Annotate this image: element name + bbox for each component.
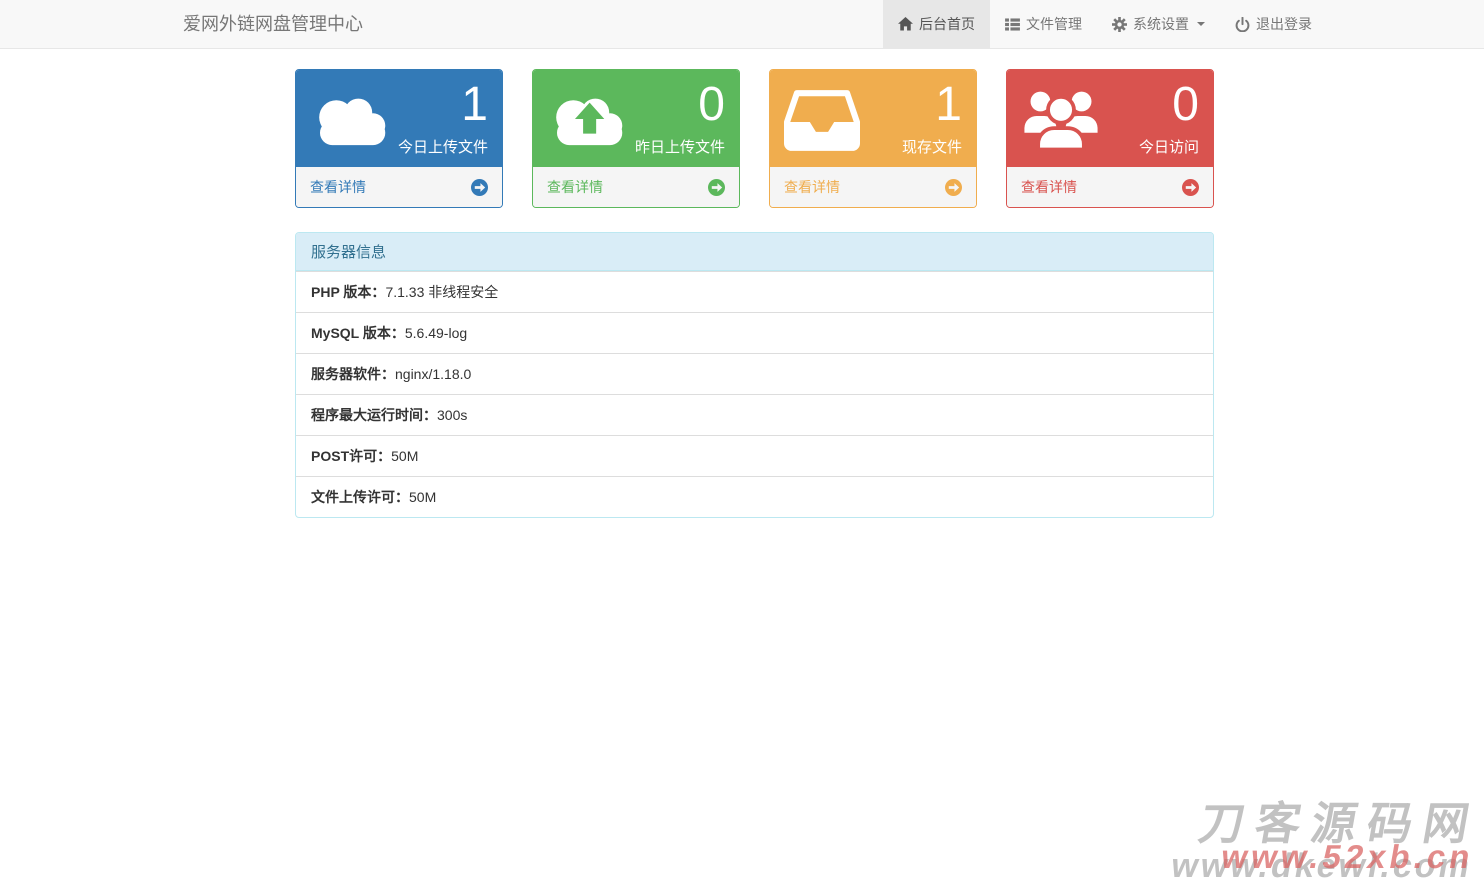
users-icon [1021, 87, 1101, 151]
stat-label: 现存文件 [902, 136, 962, 157]
stat-card-head: 0 昨日上传文件 [533, 70, 739, 167]
view-details-link[interactable]: 查看详情 [296, 167, 502, 207]
view-details-link[interactable]: 查看详情 [533, 167, 739, 207]
nav-item-dashboard[interactable]: 后台首页 [883, 0, 990, 48]
server-info-row-server-software: 服务器软件：nginx/1.18.0 [296, 353, 1213, 394]
row-value: 300s [437, 407, 467, 423]
view-details-link[interactable]: 查看详情 [770, 167, 976, 207]
view-details-label: 查看详情 [1021, 177, 1077, 197]
server-info-row-upload-limit: 文件上传许可：50M [296, 476, 1213, 517]
row-label: POST许可： [311, 448, 391, 464]
list-icon [1005, 18, 1020, 31]
power-icon [1235, 17, 1250, 32]
view-details-label: 查看详情 [547, 177, 603, 197]
stat-card-existing-files: 1 现存文件 查看详情 [769, 69, 977, 208]
stat-card-today-uploads: 1 今日上传文件 查看详情 [295, 69, 503, 208]
nav-item-label: 系统设置 [1133, 14, 1189, 34]
cloud-upload-icon [547, 88, 629, 150]
arrow-circle-right-icon [945, 179, 962, 196]
stat-label: 今日访问 [1139, 136, 1199, 157]
stat-label: 今日上传文件 [398, 136, 488, 157]
cloud-icon [310, 88, 392, 150]
stat-label: 昨日上传文件 [635, 136, 725, 157]
arrow-circle-right-icon [1182, 179, 1199, 196]
stat-value: 1 [398, 81, 488, 129]
stat-value: 0 [1139, 81, 1199, 129]
stat-value: 0 [635, 81, 725, 129]
row-value: 50M [409, 489, 436, 505]
arrow-circle-right-icon [471, 179, 488, 196]
row-value: 5.6.49-log [405, 325, 467, 341]
view-details-label: 查看详情 [310, 177, 366, 197]
row-value: 7.1.33 非线程安全 [385, 284, 498, 300]
watermark-overlay-url: www.52xb.cn [1219, 840, 1477, 873]
navbar-container: 爱网外链网盘管理中心 后台首页 文件管理 [157, 0, 1327, 48]
nav-item-logout[interactable]: 退出登录 [1220, 0, 1327, 48]
stat-cards-row: 1 今日上传文件 查看详情 [295, 69, 1214, 208]
server-info-row-php: PHP 版本：7.1.33 非线程安全 [296, 271, 1213, 312]
server-info-panel: 服务器信息 PHP 版本：7.1.33 非线程安全 MySQL 版本：5.6.4… [295, 232, 1214, 518]
view-details-link[interactable]: 查看详情 [1007, 167, 1213, 207]
gear-icon [1112, 17, 1127, 32]
server-info-row-post-limit: POST许可：50M [296, 435, 1213, 476]
nav-item-label: 文件管理 [1026, 14, 1082, 34]
row-label: 程序最大运行时间： [311, 407, 437, 423]
row-value: nginx/1.18.0 [395, 366, 471, 382]
inbox-icon [784, 87, 860, 151]
stat-card-yesterday-uploads: 0 昨日上传文件 查看详情 [532, 69, 740, 208]
server-info-row-max-exec-time: 程序最大运行时间：300s [296, 394, 1213, 435]
stat-card-today-visits: 0 今日访问 查看详情 [1006, 69, 1214, 208]
server-info-row-mysql: MySQL 版本：5.6.49-log [296, 312, 1213, 353]
nav-item-files[interactable]: 文件管理 [990, 0, 1097, 48]
view-details-label: 查看详情 [784, 177, 840, 197]
top-navbar: 爱网外链网盘管理中心 后台首页 文件管理 [0, 0, 1484, 49]
brand-title: 爱网外链网盘管理中心 [157, 0, 363, 48]
main-content: 1 今日上传文件 查看详情 [295, 49, 1214, 518]
home-icon [898, 17, 913, 31]
stat-card-head: 1 今日上传文件 [296, 70, 502, 167]
row-value: 50M [391, 448, 418, 464]
row-label: 服务器软件： [311, 366, 395, 382]
arrow-circle-right-icon [708, 179, 725, 196]
nav-item-label: 退出登录 [1256, 14, 1312, 34]
server-info-panel-title: 服务器信息 [296, 233, 1213, 271]
nav-item-settings[interactable]: 系统设置 [1097, 0, 1220, 48]
chevron-down-icon [1197, 22, 1205, 26]
main-nav: 后台首页 文件管理 [883, 0, 1327, 48]
stat-card-head: 0 今日访问 [1007, 70, 1213, 167]
stat-card-head: 1 现存文件 [770, 70, 976, 167]
row-label: MySQL 版本： [311, 325, 405, 341]
row-label: 文件上传许可： [311, 489, 409, 505]
stat-value: 1 [902, 81, 962, 129]
row-label: PHP 版本： [311, 284, 385, 300]
watermark: 刀客源码网 www.dkewl.com www.52xb.cn [1168, 801, 1483, 883]
nav-item-label: 后台首页 [919, 14, 975, 34]
